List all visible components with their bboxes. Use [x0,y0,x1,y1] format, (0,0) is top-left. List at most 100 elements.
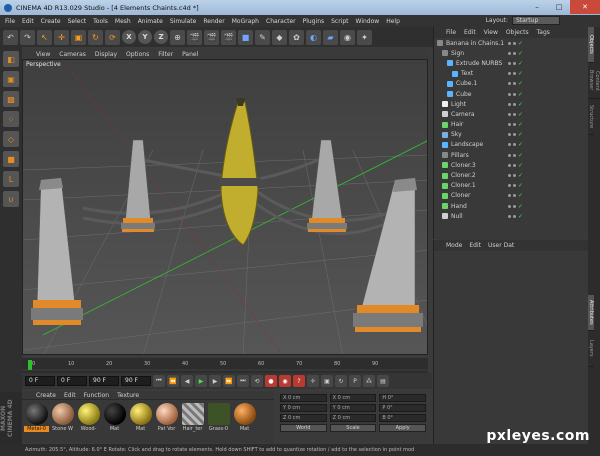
side-tab-layers[interactable]: Layers [588,331,594,367]
size-z-field[interactable]: Z 0 cm [329,414,377,422]
enabled-check-icon[interactable]: ✓ [518,152,523,159]
current-frame-field[interactable]: 0 F [57,376,87,386]
points-mode-icon[interactable]: ⁘ [3,111,19,127]
render-visibility-dot[interactable] [513,82,516,86]
object-row[interactable]: Landscape ✓ [434,140,588,150]
menu-simulate[interactable]: Simulate [170,18,197,25]
maximize-button[interactable]: □ [548,0,570,14]
material-swatch[interactable]: Mat [102,403,127,432]
polygons-mode-icon[interactable]: ■ [3,151,19,167]
render-visibility-dot[interactable] [513,163,516,167]
render-visibility-dot[interactable] [513,112,516,116]
preview-end-field[interactable]: 90 F [121,376,151,386]
attribute-menu-edit[interactable]: Edit [469,242,481,249]
enabled-check-icon[interactable]: ✓ [518,111,523,118]
render-visibility-dot[interactable] [513,214,516,218]
enabled-check-icon[interactable]: ✓ [518,121,523,128]
viewport-menu-view[interactable]: View [36,51,50,58]
render-visibility-dot[interactable] [513,204,516,208]
object-row[interactable]: Banana in Chains.1 ✓ [434,38,588,48]
minimize-button[interactable]: – [526,0,548,14]
snap-icon[interactable]: ∪ [3,191,19,207]
render-visibility-dot[interactable] [513,194,516,198]
world-dropdown[interactable]: World [280,424,327,432]
enabled-check-icon[interactable]: ✓ [518,162,523,169]
side-tab-objects[interactable]: Objects [588,27,594,63]
editor-visibility-dot[interactable] [508,72,511,76]
material-swatch[interactable]: Pat Vor [154,403,179,432]
menu-edit[interactable]: Edit [22,18,34,25]
enabled-check-icon[interactable]: ✓ [518,91,523,98]
menu-create[interactable]: Create [41,18,61,25]
end-frame-field[interactable]: 90 F [89,376,119,386]
rotation-h-field[interactable]: H 0° [379,394,427,402]
timeline-ruler[interactable]: 0 10 20 30 40 50 60 70 80 90 [22,358,428,373]
menu-select[interactable]: Select [68,18,87,25]
editor-visibility-dot[interactable] [508,82,511,86]
key-rotation-icon[interactable]: ↻ [335,375,347,387]
go-to-start-icon[interactable]: ⏮ [153,375,165,387]
menu-file[interactable]: File [5,18,15,25]
texture-mode-icon[interactable]: ▩ [3,91,19,107]
enabled-check-icon[interactable]: ✓ [518,60,523,67]
redo-icon[interactable]: ↷ [20,29,35,45]
render-visibility-dot[interactable] [513,143,516,147]
enabled-check-icon[interactable]: ✓ [518,172,523,179]
move-icon[interactable]: ✛ [54,29,69,45]
start-frame-field[interactable]: 0 F [25,376,55,386]
object-row[interactable]: Sky ✓ [434,130,588,140]
light-icon[interactable]: ✦ [357,29,372,45]
material-swatch[interactable]: Mat [232,403,257,432]
editor-visibility-dot[interactable] [508,194,511,198]
editor-visibility-dot[interactable] [508,133,511,137]
editor-visibility-dot[interactable] [508,174,511,178]
render-picture-viewer-icon[interactable]: 🎬 [204,29,219,45]
key-pla-icon[interactable]: ⁂ [363,375,375,387]
object-row[interactable]: Extrude NURBS ✓ [434,58,588,68]
object-menu-file[interactable]: File [446,29,456,36]
prev-key-icon[interactable]: ⏪ [167,375,179,387]
camera-icon[interactable]: ◉ [340,29,355,45]
menu-help[interactable]: Help [386,18,400,25]
material-swatch[interactable]: Wood- [76,403,101,432]
material-swatch[interactable]: Metal-0 [24,403,49,432]
material-menu-edit[interactable]: Edit [64,392,76,399]
menu-mograph[interactable]: MoGraph [232,18,259,25]
enabled-check-icon[interactable]: ✓ [518,40,523,47]
enabled-check-icon[interactable]: ✓ [518,50,523,57]
record-icon[interactable]: ● [265,375,277,387]
menu-mesh[interactable]: Mesh [115,18,131,25]
object-row[interactable]: Sign ✓ [434,48,588,58]
object-row[interactable]: Camera ✓ [434,109,588,119]
loop-icon[interactable]: ⟲ [251,375,263,387]
object-menu-view[interactable]: View [484,29,498,36]
axis-y-lock[interactable]: Y [138,30,152,44]
deformer-icon[interactable]: ◐ [306,29,321,45]
viewport-menu-cameras[interactable]: Cameras [59,51,86,58]
menu-plugins[interactable]: Plugins [303,18,325,25]
object-row[interactable]: Hand ✓ [434,201,588,211]
editor-visibility-dot[interactable] [508,204,511,208]
viewport-menu-options[interactable]: Options [126,51,149,58]
object-menu-objects[interactable]: Objects [506,29,529,36]
scale-dropdown[interactable]: Scale [329,424,377,432]
make-editable-icon[interactable]: ◧ [3,51,19,67]
edges-mode-icon[interactable]: ◇ [3,131,19,147]
recent-tool-icon[interactable]: ⟳ [105,29,120,45]
subdivision-surface-icon[interactable]: ◆ [272,29,287,45]
axis-mode-icon[interactable]: L [3,171,19,187]
render-visibility-dot[interactable] [513,153,516,157]
prev-frame-icon[interactable]: ◀ [181,375,193,387]
key-parameter-icon[interactable]: P [349,375,361,387]
menu-animate[interactable]: Animate [138,18,163,25]
editor-visibility-dot[interactable] [508,92,511,96]
render-visibility-dot[interactable] [513,184,516,188]
enabled-check-icon[interactable]: ✓ [518,192,523,199]
material-swatch[interactable]: Grass-0 [206,403,231,432]
editor-visibility-dot[interactable] [508,102,511,106]
render-visibility-dot[interactable] [513,72,516,76]
layout-dropdown[interactable]: Startup [512,16,560,25]
render-visibility-dot[interactable] [513,51,516,55]
editor-visibility-dot[interactable] [508,163,511,167]
render-visibility-dot[interactable] [513,123,516,127]
